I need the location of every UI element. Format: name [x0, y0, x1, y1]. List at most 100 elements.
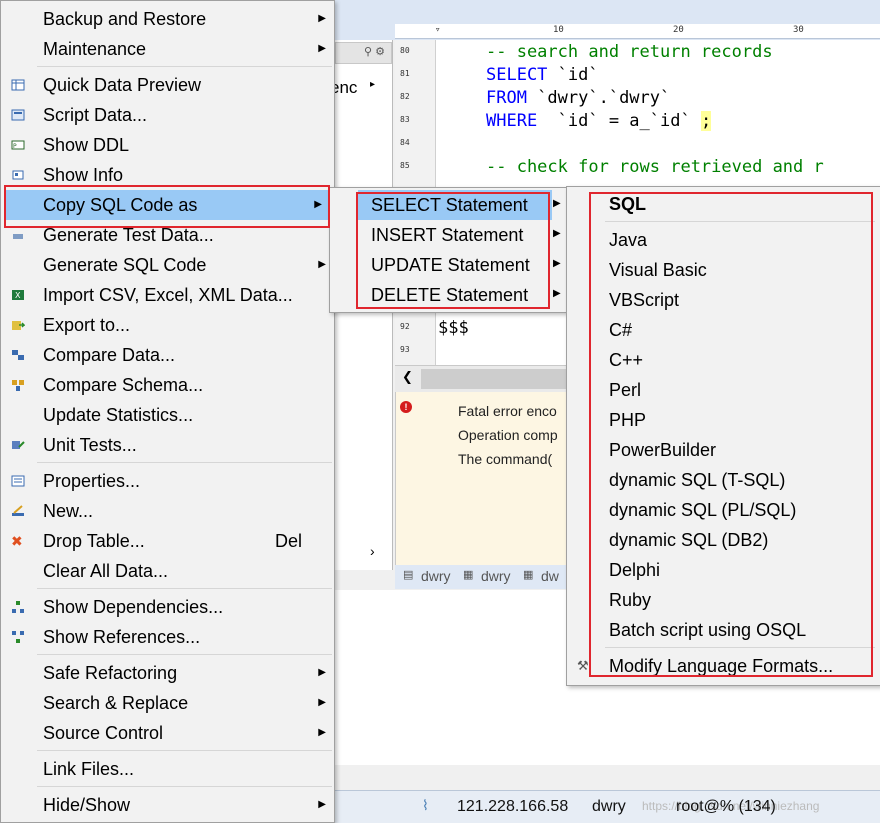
code-line: -- search and return records: [486, 42, 773, 62]
menu-item-maintenance[interactable]: Maintenance ▶: [1, 34, 334, 64]
compare-schema-icon: [12, 380, 24, 391]
code-line: -- check for rows retrieved and r: [486, 157, 824, 177]
submenu-arrow-icon: ▶: [553, 258, 561, 269]
info-icon: [12, 170, 24, 180]
submenu-arrow-icon: ▶: [318, 727, 326, 738]
line-number: 81: [400, 69, 410, 78]
messages-scrollbar[interactable]: ❮: [395, 366, 571, 392]
submenu-arrow-icon: ▶: [318, 697, 326, 708]
error-icon: !: [400, 401, 412, 413]
document-tab[interactable]: dwry: [421, 568, 451, 584]
line-number: 82: [400, 92, 410, 101]
connection-icon: ⌇: [422, 797, 429, 813]
message-line: The command(: [458, 451, 553, 467]
annotation-box: [356, 192, 550, 309]
new-icon: [12, 505, 24, 516]
submenu-arrow-icon: ▶: [553, 198, 561, 209]
submenu-arrow-icon: ▶: [553, 228, 561, 239]
menu-item-export-to[interactable]: Export to...: [1, 310, 334, 340]
line-number: 83: [400, 115, 410, 124]
menu-item-show-references[interactable]: Show References...: [1, 622, 334, 652]
message-line: Fatal error enco: [458, 403, 557, 419]
testdata-icon: [13, 234, 23, 239]
submenu-arrow-icon: ▶: [318, 13, 326, 24]
line-number: 93: [400, 345, 410, 354]
submenu-arrow-icon: ▶: [318, 43, 326, 54]
unit-tests-icon: [12, 441, 25, 449]
menu-item-source-control[interactable]: Source Control ▶: [1, 718, 334, 748]
ruler-tick-mark: ▿: [435, 25, 441, 35]
menu-item-generate-sql-code[interactable]: Generate SQL Code ▶: [1, 250, 334, 280]
menu-item-drop-table[interactable]: ✖ Drop Table... Del: [1, 526, 334, 556]
compare-data-icon: [12, 350, 24, 360]
svg-text:P: P: [13, 143, 17, 150]
menu-item-show-dependencies[interactable]: Show Dependencies...: [1, 592, 334, 622]
line-number: 92: [400, 322, 410, 331]
code-line: SELECT `id`: [486, 65, 599, 85]
references-icon: [12, 631, 24, 643]
menu-item-properties[interactable]: Properties...: [1, 466, 334, 496]
table-tab-icon: ▦: [463, 569, 474, 581]
submenu-arrow-icon: ▶: [318, 259, 326, 270]
menu-item-import-data[interactable]: X Import CSV, Excel, XML Data...: [1, 280, 334, 310]
menu-separator: [37, 750, 332, 751]
submenu-arrow-icon: ▶: [318, 799, 326, 810]
document-tabs: ▤ dwry ▦ dwry ▦ dw: [395, 565, 570, 589]
menu-separator: [37, 654, 332, 655]
line-number: 84: [400, 138, 410, 147]
document-tab[interactable]: dwry: [481, 568, 511, 584]
annotation-box: [589, 192, 873, 677]
document-tab-icon: ▤: [403, 569, 414, 581]
grid-icon: [11, 79, 25, 91]
menu-item-update-statistics[interactable]: Update Statistics...: [1, 400, 334, 430]
menu-item-backup-restore[interactable]: Backup and Restore ▶: [1, 4, 334, 34]
scroll-thumb[interactable]: [421, 369, 571, 389]
dependencies-icon: [12, 601, 24, 613]
excel-icon: X: [12, 290, 24, 300]
menu-separator: [37, 462, 332, 463]
ddl-icon: P: [11, 140, 25, 150]
menu-item-compare-schema[interactable]: Compare Schema...: [1, 370, 334, 400]
pane-expand-arrow-icon[interactable]: ▸: [370, 79, 375, 90]
export-icon: [12, 321, 25, 330]
pane-scroll-right-icon[interactable]: ›: [370, 543, 375, 559]
menu-item-link-files[interactable]: Link Files...: [1, 754, 334, 784]
pane-header: ⚲ ⚙: [335, 42, 392, 64]
pane-toolbar-icons[interactable]: ⚲ ⚙: [364, 45, 385, 58]
menu-separator: [37, 66, 332, 67]
script-icon: [11, 109, 25, 121]
menu-item-search-replace[interactable]: Search & Replace ▶: [1, 688, 334, 718]
drop-icon: ✖: [11, 533, 23, 549]
menu-item-compare-data[interactable]: Compare Data...: [1, 340, 334, 370]
ruler-tick: 10: [553, 25, 564, 35]
document-tab[interactable]: dw: [541, 568, 559, 584]
annotation-box: [4, 185, 330, 228]
status-user: root@% (134): [676, 798, 776, 815]
message-line: Operation comp: [458, 427, 558, 443]
scroll-left-icon[interactable]: ❮: [402, 369, 413, 385]
table-tab-icon: ▦: [523, 569, 534, 581]
ruler-tick: 30: [793, 25, 804, 35]
line-number: 85: [400, 161, 410, 170]
status-ip: 121.228.166.58: [457, 798, 569, 815]
status-db: dwry: [592, 798, 626, 815]
menu-item-new[interactable]: New...: [1, 496, 334, 526]
ruler-tick: 20: [673, 25, 684, 35]
status-bar: ⌇ 121.228.166.58 dwry https://blog.csdn.…: [330, 790, 880, 823]
properties-icon: [11, 475, 25, 487]
context-menu: Backup and Restore ▶ Maintenance ▶ Quick D…: [0, 0, 335, 823]
menu-item-clear-all-data[interactable]: Clear All Data...: [1, 556, 334, 586]
menu-separator: [37, 588, 332, 589]
menu-item-unit-tests[interactable]: Unit Tests...: [1, 430, 334, 460]
menu-item-script-data[interactable]: Script Data...: [1, 100, 334, 130]
code-line: $$$: [438, 318, 469, 338]
menu-item-show-ddl[interactable]: P Show DDL: [1, 130, 334, 160]
menu-item-quick-data-preview[interactable]: Quick Data Preview: [1, 70, 334, 100]
menu-item-safe-refactoring[interactable]: Safe Refactoring ▶: [1, 658, 334, 688]
submenu-arrow-icon: ▶: [553, 288, 561, 299]
menu-item-hide-show[interactable]: Hide/Show ▶: [1, 790, 334, 820]
svg-text:X: X: [15, 291, 21, 300]
line-number: 80: [400, 46, 410, 55]
code-line: WHERE `id` = a_`id` ;: [486, 111, 712, 131]
menu-separator: [37, 786, 332, 787]
